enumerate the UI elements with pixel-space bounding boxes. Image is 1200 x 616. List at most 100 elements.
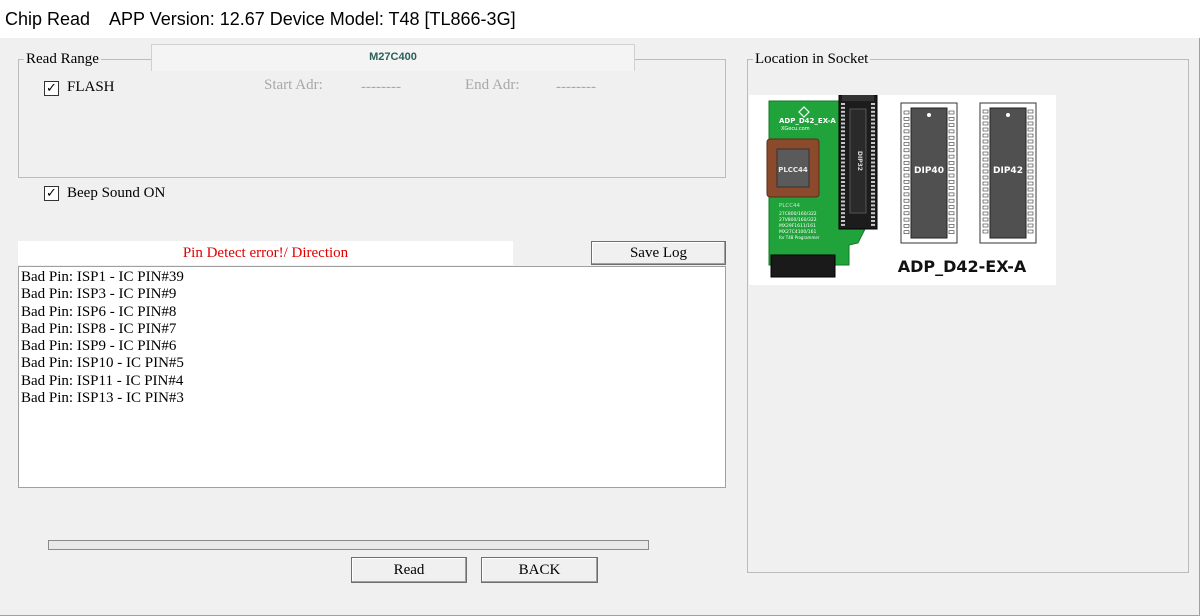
check-icon: ✓: [46, 81, 57, 96]
end-address-value: --------: [556, 79, 596, 95]
socket-location-legend: Location in Socket: [755, 51, 869, 67]
log-line: Bad Pin: ISP9 - IC PIN#6: [21, 338, 177, 355]
socket-pin: [948, 230, 955, 234]
zif-pin: [871, 130, 875, 133]
flash-label: FLASH: [67, 79, 115, 95]
socket-pin: [903, 135, 910, 140]
socket-pin: [982, 115, 989, 120]
zif-pin: [871, 142, 875, 144]
zif-pin: [841, 181, 845, 183]
adapter-connector: [770, 254, 836, 278]
zif-pin: [871, 184, 875, 187]
flash-checkbox[interactable]: ✓: [44, 81, 59, 96]
log-line: Bad Pin: ISP8 - IC PIN#7: [21, 320, 177, 337]
socket-pin: [1027, 169, 1034, 174]
socket-pin: [948, 129, 955, 134]
zif-pin: [871, 212, 875, 215]
socket-pin: [1027, 127, 1034, 132]
zif-pin: [841, 153, 845, 156]
chip-name-tab[interactable]: M27C400: [151, 44, 635, 71]
zif-pin: [841, 126, 845, 129]
socket-pin: [1027, 199, 1034, 204]
socket-pin: [982, 199, 989, 204]
dip40-label: DIP40: [914, 166, 944, 176]
zif-pin: [871, 188, 875, 191]
status-message: Pin Detect error!/ Direction: [18, 241, 513, 265]
zif-pin: [871, 145, 875, 148]
read-button[interactable]: Read: [351, 557, 467, 583]
window-title: Chip Read: [5, 9, 91, 29]
zif-pin: [841, 114, 845, 117]
chip-read-window: Chip Read APP Version: 12.67 Device Mode…: [0, 0, 1200, 616]
socket-pin: [982, 157, 989, 162]
pcb-plcc-text: PLCC44: [779, 203, 801, 209]
zif-pin: [841, 118, 845, 121]
zif-pin: [841, 200, 845, 203]
zif-pin: [841, 223, 845, 226]
zif-pin: [841, 157, 845, 160]
zif-pin: [871, 114, 875, 117]
app-info: APP Version: 12.67 Device Model: T48 [TL…: [109, 9, 516, 29]
zif-pin: [871, 110, 875, 113]
log-output[interactable]: Bad Pin: ISP1 - IC PIN#39 Bad Pin: ISP3 -…: [18, 266, 726, 488]
zif-pin: [841, 169, 845, 172]
socket-pin: [903, 224, 910, 228]
socket-pin: [1027, 121, 1034, 126]
socket-pin: [948, 205, 955, 209]
zif-pin: [841, 192, 845, 195]
log-line: Bad Pin: ISP3 - IC PIN#9: [21, 286, 177, 303]
pcb-board-sublabel: XGecu.com: [781, 126, 810, 132]
socket-pin: [982, 109, 989, 114]
socket-pin: [1027, 163, 1034, 168]
socket-pin: [982, 181, 989, 186]
socket-pin: [948, 148, 955, 153]
beep-checkbox[interactable]: ✓: [44, 186, 59, 201]
socket-pin: [948, 198, 955, 203]
zif-pin: [871, 192, 875, 195]
zif-pin: [871, 153, 875, 156]
beep-label: Beep Sound ON: [67, 185, 166, 201]
zif-pin: [841, 188, 845, 191]
zif-top: [842, 95, 874, 101]
zif-pin: [841, 161, 845, 164]
socket-pin: [982, 169, 989, 174]
zif-pin: [841, 173, 845, 176]
start-address-label: Start Adr:: [264, 77, 323, 93]
socket-pin: [903, 230, 910, 234]
zif-pin: [871, 149, 875, 152]
dip42-label: DIP42: [993, 166, 1023, 176]
socket-pin: [948, 211, 955, 216]
log-line: Bad Pin: ISP6 - IC PIN#8: [21, 303, 177, 320]
zif-pin: [871, 181, 875, 183]
socket-pin: [948, 180, 955, 184]
check-icon: ✓: [46, 186, 57, 201]
zif-pin: [871, 122, 875, 125]
socket-pin: [982, 229, 989, 234]
socket-pin: [1027, 175, 1034, 180]
log-line: Bad Pin: ISP1 - IC PIN#39: [21, 269, 184, 285]
adapter-illustration: ADP_D42_EX-A XGecu.com PLCC44 PLCC44 27C…: [766, 94, 1037, 278]
zif-pin: [841, 216, 845, 219]
zif-pin: [871, 161, 875, 164]
zif-pin: [871, 208, 875, 211]
zif-pin: [871, 157, 875, 160]
socket-pin: [948, 135, 955, 140]
pcb-text-line: for T48 Programmer: [779, 235, 820, 240]
pcb-text-line: 27C800/160/322: [779, 211, 817, 217]
log-line: Bad Pin: ISP11 - IC PIN#4: [21, 372, 184, 389]
zif-pin: [871, 177, 875, 180]
zif-pin: [841, 220, 845, 222]
zif-pin: [871, 126, 875, 129]
socket-pin: [948, 224, 955, 228]
socket-pin: [982, 187, 989, 192]
socket-pin: [982, 175, 989, 180]
socket-pin: [903, 173, 910, 178]
socket-pin: [903, 205, 910, 209]
socket-pin: [1027, 151, 1034, 156]
socket-pin: [1027, 223, 1034, 228]
socket-pin: [1027, 181, 1034, 186]
socket-pin: [1027, 109, 1034, 114]
save-log-button[interactable]: Save Log: [591, 241, 726, 265]
back-button[interactable]: BACK: [481, 557, 598, 583]
socket-pin: [903, 154, 910, 159]
